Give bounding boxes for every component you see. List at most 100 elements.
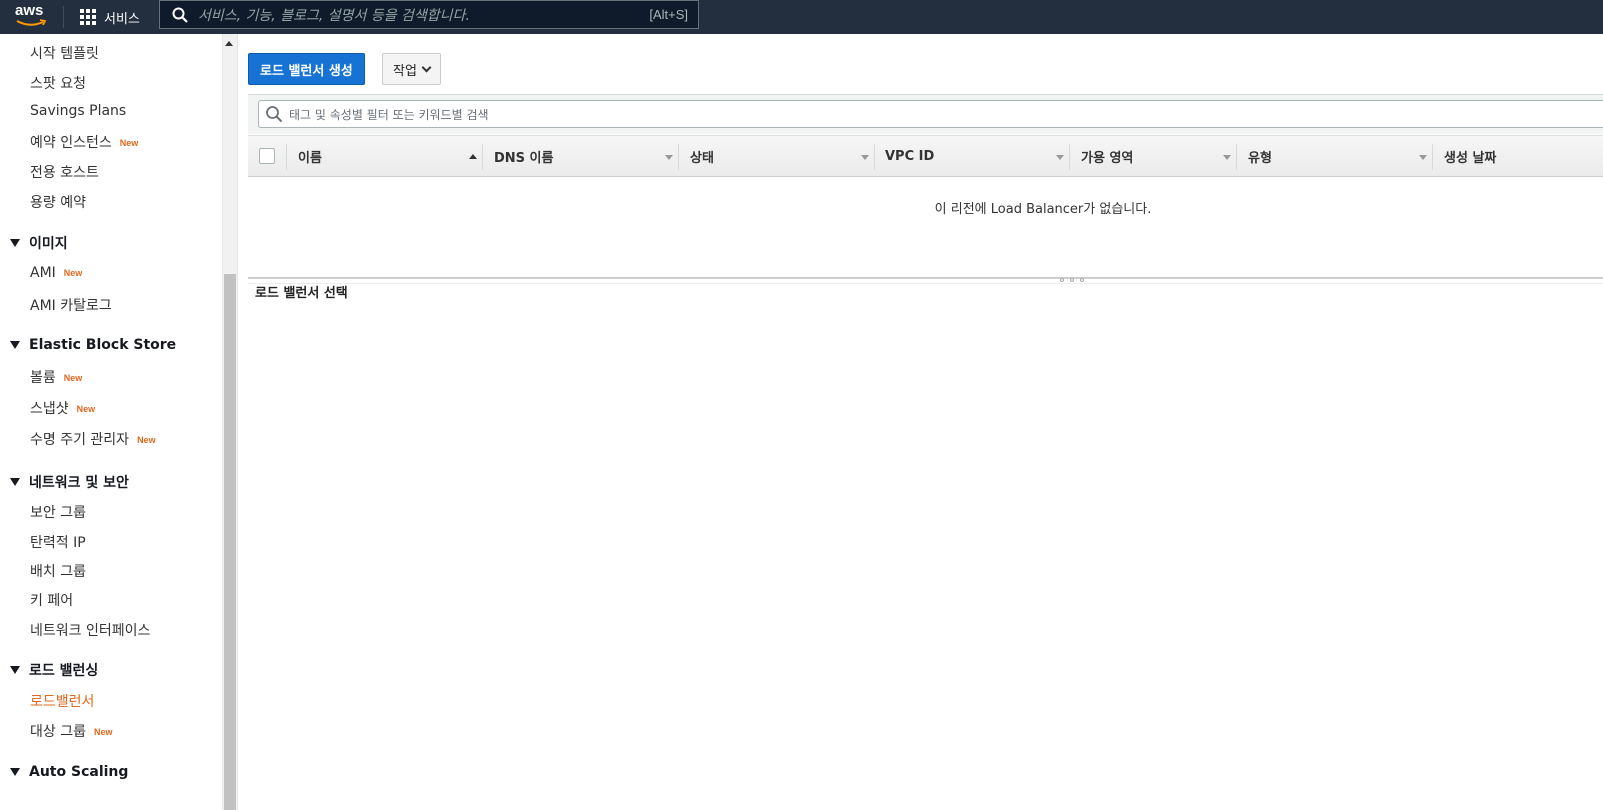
app-grid-icon <box>80 9 96 25</box>
search-placeholder: 서비스, 기능, 블로그, 설명서 등을 검색합니다. <box>198 7 470 24</box>
sidebar-item-label: 수명 주기 관리자 <box>30 432 130 448</box>
sidebar-scrollbar-thumb[interactable] <box>224 274 236 810</box>
aws-logo[interactable]: aws <box>15 3 49 29</box>
column-header-name[interactable]: 이름 <box>298 136 483 176</box>
sidebar-item-label: AMI <box>30 265 56 281</box>
collapse-triangle-icon <box>10 341 20 349</box>
sidebar-section-auto-scaling[interactable]: Auto Scaling <box>10 764 128 780</box>
collapse-triangle-icon <box>10 239 20 247</box>
column-header-type[interactable]: 유형 <box>1248 136 1433 176</box>
sidebar-item-load-balancers[interactable]: 로드밸런서 <box>30 691 94 711</box>
table-header: 이름 DNS 이름 상태 VPC ID 가용 영역 유형 생성 날짜 <box>248 135 1603 177</box>
column-header-vpc-id[interactable]: VPC ID <box>885 136 1070 176</box>
column-label: VPC ID <box>885 148 935 164</box>
sidebar-item-network-interfaces[interactable]: 네트워크 인터페이스 <box>30 620 150 640</box>
scroll-up-arrow-icon[interactable] <box>225 41 233 46</box>
sidebar-item-snapshots[interactable]: 스냅샷 New <box>30 398 95 418</box>
column-header-state[interactable]: 상태 <box>690 136 875 176</box>
filter-bar: 태그 및 속성별 필터 또는 키워드별 검색 <box>248 94 1603 134</box>
collapse-triangle-icon <box>10 666 20 674</box>
sidebar-item-label: 탄력적 IP <box>30 535 86 551</box>
search-shortcut-hint: [Alt+S] <box>649 7 688 22</box>
global-search-input[interactable]: 서비스, 기능, 블로그, 설명서 등을 검색합니다. [Alt+S] <box>159 0 699 29</box>
actions-dropdown-button[interactable]: 작업 <box>382 53 441 85</box>
search-icon <box>172 7 188 23</box>
sidebar-item-target-groups[interactable]: 대상 그룹 New <box>30 721 113 741</box>
sidebar-item-label: 네트워크 인터페이스 <box>30 623 151 639</box>
sidebar-section-images[interactable]: 이미지 <box>10 233 68 253</box>
sidebar-item-label: 스팟 요청 <box>30 76 86 92</box>
section-title: Auto Scaling <box>29 764 129 780</box>
search-icon <box>266 106 283 123</box>
filter-search-input[interactable]: 태그 및 속성별 필터 또는 키워드별 검색 <box>258 100 1603 128</box>
sidebar-section-load-balancing[interactable]: 로드 밸런싱 <box>10 660 98 680</box>
sidebar-section-ebs[interactable]: Elastic Block Store <box>10 337 176 353</box>
aws-smile-icon <box>16 19 47 26</box>
aws-logo-text: aws <box>15 2 44 19</box>
services-menu-button[interactable]: 서비스 <box>80 4 140 30</box>
select-all-checkbox[interactable] <box>259 148 275 164</box>
new-badge: New <box>76 404 96 414</box>
new-badge: New <box>93 727 113 737</box>
sidebar-item-capacity-reservations[interactable]: 용량 예약 <box>30 192 86 212</box>
sidebar-item-elastic-ips[interactable]: 탄력적 IP <box>30 532 86 552</box>
sidebar-section-network-security[interactable]: 네트워크 및 보안 <box>10 472 129 492</box>
sidebar-item-label: AMI 카탈로그 <box>30 298 112 314</box>
sort-icon <box>1419 155 1427 160</box>
section-title: 로드 밸런싱 <box>29 663 99 679</box>
column-label: DNS 이름 <box>494 150 554 166</box>
column-label: 생성 날짜 <box>1444 150 1497 166</box>
sidebar-item-label: 보안 그룹 <box>30 505 86 521</box>
sidebar-item-label: 스냅샷 <box>30 401 69 417</box>
sidebar-item-key-pairs[interactable]: 키 페어 <box>30 590 73 610</box>
services-label: 서비스 <box>104 11 140 27</box>
sidebar-item-label: 용량 예약 <box>30 195 86 211</box>
sidebar-item-savings-plans[interactable]: Savings Plans <box>30 103 126 119</box>
sidebar-item-dedicated-hosts[interactable]: 전용 호스트 <box>30 162 99 182</box>
split-pane-divider[interactable] <box>248 277 1603 279</box>
chevron-down-icon <box>421 62 432 72</box>
collapse-triangle-icon <box>10 478 20 486</box>
sidebar-item-launch-templates[interactable]: 시작 템플릿 <box>30 43 99 63</box>
column-header-created[interactable]: 생성 날짜 <box>1444 136 1603 176</box>
empty-table-message: 이 리전에 Load Balancer가 없습니다. <box>934 202 1152 217</box>
sidebar-item-label: 예약 인스턴스 <box>30 135 112 151</box>
sort-icon <box>665 155 673 160</box>
button-label: 작업 <box>393 63 417 79</box>
sidebar-item-label: 볼륨 <box>30 370 56 386</box>
sidebar-item-security-groups[interactable]: 보안 그룹 <box>30 502 86 522</box>
sidebar-item-ami[interactable]: AMI New <box>30 265 82 281</box>
sidebar-item-label: 전용 호스트 <box>30 165 99 181</box>
new-badge: New <box>119 138 139 148</box>
sidebar-item-lifecycle-manager[interactable]: 수명 주기 관리자 New <box>30 429 156 449</box>
sidebar-item-label: 로드밸런서 <box>30 694 95 710</box>
column-divider <box>286 144 287 170</box>
create-load-balancer-button[interactable]: 로드 밸런서 생성 <box>248 53 365 85</box>
sidebar-item-placement-groups[interactable]: 배치 그룹 <box>30 561 86 581</box>
sidebar-item-label: 배치 그룹 <box>30 564 86 580</box>
sidebar: 시작 템플릿 스팟 요청 Savings Plans 예약 인스턴스 New 전용… <box>0 34 238 810</box>
sidebar-item-ami-catalog[interactable]: AMI 카탈로그 <box>30 295 112 315</box>
sort-icon <box>861 155 869 160</box>
section-title: 네트워크 및 보안 <box>29 475 129 491</box>
nav-divider <box>63 6 64 28</box>
filter-placeholder: 태그 및 속성별 필터 또는 키워드별 검색 <box>289 107 489 122</box>
new-badge: New <box>63 373 83 383</box>
column-label: 상태 <box>690 150 714 166</box>
split-pane-handle[interactable] <box>1057 278 1087 286</box>
detail-pane-title: 로드 밸런서 선택 <box>255 286 348 301</box>
sidebar-item-volumes[interactable]: 볼륨 New <box>30 367 82 387</box>
main-content: 로드 밸런서 생성 작업 태그 및 속성별 필터 또는 키워드별 검색 이름 D… <box>238 34 1603 810</box>
column-header-availability-zones[interactable]: 가용 영역 <box>1081 136 1237 176</box>
top-navigation-bar: aws 서비스 서비스, 기능, 블로그, 설명서 등을 검색합니다. [Alt… <box>0 0 1603 34</box>
new-badge: New <box>63 268 83 278</box>
sort-icon <box>1056 155 1064 160</box>
button-label: 로드 밸런서 생성 <box>260 63 353 79</box>
sidebar-item-reserved-instances[interactable]: 예약 인스턴스 New <box>30 132 138 152</box>
sort-ascending-icon <box>469 154 477 159</box>
section-title: 이미지 <box>29 236 68 252</box>
column-label: 유형 <box>1248 150 1272 166</box>
sidebar-item-spot-requests[interactable]: 스팟 요청 <box>30 73 86 93</box>
column-header-dns-name[interactable]: DNS 이름 <box>494 136 679 176</box>
sidebar-item-label: 키 페어 <box>30 593 74 609</box>
